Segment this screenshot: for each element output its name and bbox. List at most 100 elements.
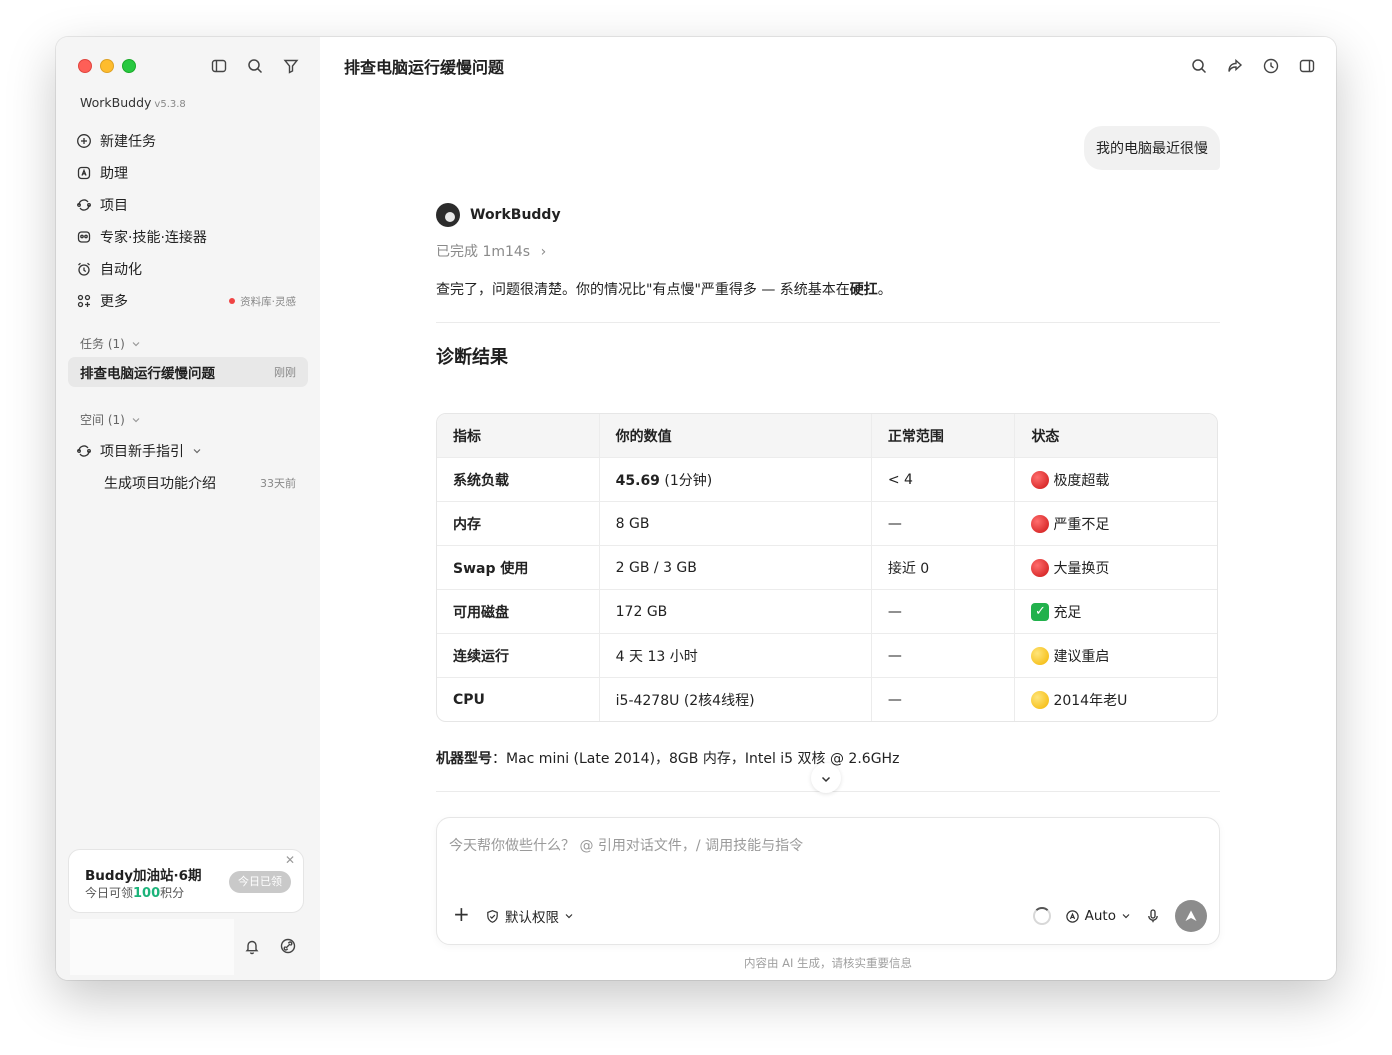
spaces-section-header[interactable]: 空间 (1) <box>80 411 141 428</box>
message-composer[interactable]: 今天帮你做些什么？ @ 引用对话文件，/ 调用技能与指令 + 默认权限 Auto <box>436 817 1220 945</box>
divider <box>436 322 1220 323</box>
nav-more[interactable]: 更多 资料库·灵感 <box>76 285 308 317</box>
permission-selector[interactable]: 默认权限 <box>485 906 574 926</box>
value-cell: 4 天 13 小时 <box>599 634 872 678</box>
reply-intro: 查完了，问题很清楚。你的情况比"有点慢"严重得多 — 系统基本在硬扛。 <box>436 279 892 299</box>
value-cell: 8 GB <box>599 502 872 546</box>
machine-value: ：Mac mini (Late 2014)，8GB 内存，Intel i5 双核… <box>492 751 900 767</box>
minimize-window-button[interactable] <box>100 59 114 73</box>
model-selector[interactable]: Auto <box>1065 908 1131 924</box>
table-row: Swap 使用 2 GB / 3 GB 接近 0 大量换页 <box>437 546 1217 590</box>
promo-points: 100 <box>133 886 161 901</box>
loading-spinner-icon <box>1032 907 1051 925</box>
machine-label: 机器型号 <box>436 751 492 767</box>
tasks-section-header[interactable]: 任务 (1) <box>80 335 141 352</box>
project-icon <box>76 197 92 213</box>
red-circle-icon <box>1031 470 1050 489</box>
model-label: Auto <box>1084 908 1116 924</box>
panel-toggle-icon[interactable] <box>1298 57 1316 75</box>
more-extra: 资料库·灵感 <box>229 294 296 309</box>
share-icon[interactable] <box>1226 57 1244 75</box>
range-cell: 接近 0 <box>871 546 1016 590</box>
project-child-label: 生成项目功能介绍 <box>104 476 216 492</box>
nav-project[interactable]: 项目 <box>76 189 308 221</box>
value-cell: 2 GB / 3 GB <box>599 546 872 590</box>
range-cell: — <box>871 590 1016 634</box>
nav-label: 助理 <box>100 166 128 182</box>
range-cell: — <box>872 678 1016 721</box>
composer-input[interactable]: 今天帮你做些什么？ @ 引用对话文件，/ 调用技能与指令 <box>449 835 803 855</box>
sidebar: WorkBuddy v5.3.8 新建任务 助理 项目 专家·技能·连接器 自动化 <box>56 37 321 980</box>
metric-cell: Swap 使用 <box>437 546 600 590</box>
project-child-time: 33天前 <box>260 477 296 490</box>
check-mark-icon: ✓ <box>1031 602 1050 621</box>
range-cell: < 4 <box>871 458 1016 502</box>
promo-card[interactable]: ✕ Buddy加油站·6期 今日可领100积分 今日已领 <box>68 849 304 913</box>
project-child-item[interactable]: 生成项目功能介绍 33天前 <box>104 468 296 498</box>
send-arrow-icon <box>1183 908 1199 924</box>
main-panel: 排查电脑运行缓慢问题 我的电脑最近很慢 WorkBuddy 已完成 1m14s … <box>320 37 1336 980</box>
expert-icon <box>76 229 92 245</box>
brand: WorkBuddy v5.3.8 <box>80 95 186 110</box>
column-header: 正常范围 <box>871 414 1016 458</box>
task-time: 刚刚 <box>274 366 296 379</box>
status-text: 严重不足 <box>1053 516 1110 533</box>
auto-mode-icon <box>1065 909 1080 924</box>
task-item-active[interactable]: 排查电脑运行缓慢问题 刚刚 <box>68 357 308 387</box>
status-text: 2014年老U <box>1053 692 1128 709</box>
metric-cell: 连续运行 <box>437 634 600 678</box>
close-window-button[interactable] <box>78 59 92 73</box>
window-controls <box>78 59 136 73</box>
close-icon[interactable]: ✕ <box>285 853 295 867</box>
value-cell: 45.69 (1分钟) <box>599 458 872 502</box>
status-cell: 建议重启 <box>1015 634 1217 678</box>
grid-icon <box>76 293 92 309</box>
add-attachment-button[interactable]: + <box>453 904 470 924</box>
range-cell: — <box>871 502 1016 546</box>
search-icon[interactable] <box>1190 57 1208 75</box>
diagnosis-table: 指标 你的数值 正常范围 状态 系统负载 45.69 (1分钟) < 4 极度超… <box>436 413 1218 722</box>
table-header-row: 指标 你的数值 正常范围 状态 <box>437 414 1217 458</box>
value-cell: i5-4278U (2核4线程) <box>600 678 872 721</box>
search-icon[interactable] <box>246 57 264 75</box>
table-row: 连续运行 4 天 13 小时 — 建议重启 <box>437 634 1217 678</box>
alarm-icon <box>76 261 92 277</box>
status-text: 极度超载 <box>1053 472 1110 489</box>
history-icon[interactable] <box>1262 57 1280 75</box>
status-cell: 极度超载 <box>1015 458 1217 502</box>
filter-icon[interactable] <box>282 57 300 75</box>
metric-cell: 可用磁盘 <box>437 590 600 634</box>
link-icon[interactable] <box>279 937 297 955</box>
scroll-down-button[interactable] <box>811 763 841 793</box>
notification-dot <box>229 298 236 304</box>
send-button[interactable] <box>1175 900 1207 932</box>
more-extra-text: 资料库·灵感 <box>240 295 296 308</box>
chevron-down-icon <box>820 773 832 785</box>
sidebar-toggle-icon[interactable] <box>210 57 228 75</box>
tasks-header-label: 任务 (1) <box>80 337 125 351</box>
status-text: 大量换页 <box>1053 560 1110 577</box>
run-status[interactable]: 已完成 1m14s › <box>436 241 546 261</box>
bot-name: WorkBuddy <box>470 207 561 223</box>
project-item[interactable]: 项目新手指引 <box>76 436 308 466</box>
promo-claim-button[interactable]: 今日已领 <box>229 871 291 893</box>
user-account-area[interactable] <box>70 919 234 975</box>
table-row: 系统负载 45.69 (1分钟) < 4 极度超载 <box>437 458 1217 502</box>
promo-sub-prefix: 今日可领 <box>85 886 134 900</box>
zoom-window-button[interactable] <box>122 59 136 73</box>
table-row: CPU i5-4278U (2核4线程) — 2014年老U <box>437 678 1217 721</box>
yellow-circle-icon <box>1031 646 1050 665</box>
status-cell: 严重不足 <box>1015 502 1217 546</box>
nav-new-task[interactable]: 新建任务 <box>76 125 308 157</box>
nav-label: 新建任务 <box>100 134 156 150</box>
table-row: 可用磁盘 172 GB — ✓ 充足 <box>437 590 1217 634</box>
microphone-icon[interactable] <box>1145 908 1161 924</box>
nav-automation[interactable]: 自动化 <box>76 253 308 285</box>
bell-icon[interactable] <box>243 937 261 955</box>
promo-title: Buddy加油站·6期 <box>85 868 202 884</box>
red-circle-icon <box>1031 514 1050 533</box>
page-title: 排查电脑运行缓慢问题 <box>344 58 505 77</box>
nav-experts[interactable]: 专家·技能·连接器 <box>76 221 308 253</box>
nav-assistant[interactable]: 助理 <box>76 157 308 189</box>
header-toolbar <box>1190 57 1316 75</box>
